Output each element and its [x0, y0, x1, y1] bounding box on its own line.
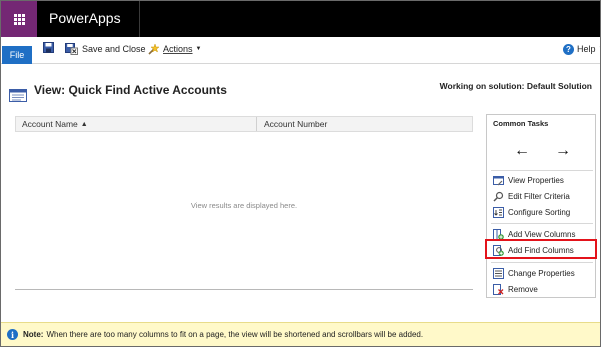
actions-menu-button[interactable]: Actions ▼	[148, 41, 201, 57]
task-label: Change Properties	[508, 269, 575, 278]
help-label: Help	[577, 44, 596, 54]
waffle-icon	[13, 13, 25, 25]
properties-icon	[493, 268, 504, 279]
note-label: Note:	[23, 330, 44, 339]
sort-icon	[493, 207, 504, 218]
column-divider[interactable]	[256, 117, 257, 131]
topbar-divider	[139, 1, 140, 37]
solution-label: Working on solution: Default Solution	[439, 81, 592, 91]
column-header-label: Account Number	[264, 119, 328, 129]
task-label: Remove	[508, 285, 538, 294]
view-properties-icon	[493, 176, 504, 186]
remove-link[interactable]: Remove	[493, 283, 538, 296]
info-icon: i	[7, 329, 18, 340]
app-title[interactable]: PowerApps	[49, 10, 121, 26]
task-label: Add View Columns	[508, 230, 576, 239]
save-icon[interactable]	[43, 42, 54, 53]
tasks-divider	[491, 170, 593, 171]
top-bar: PowerApps	[1, 1, 600, 37]
configure-sorting-link[interactable]: Configure Sorting	[493, 206, 570, 219]
save-and-close-label: Save and Close	[82, 44, 146, 54]
actions-label: Actions	[163, 44, 193, 54]
task-label: Configure Sorting	[508, 208, 571, 217]
view-icon	[9, 89, 27, 102]
column-header-account-number[interactable]: Account Number	[264, 117, 327, 131]
app-launcher-button[interactable]	[1, 1, 37, 37]
page-title: View: Quick Find Active Accounts	[34, 83, 227, 97]
grid-header: Account Name ▲ Account Number	[15, 116, 473, 132]
ribbon-toolbar: File Save and Close Actions ▼ ? Help	[1, 37, 600, 64]
grid-footer-divider	[15, 289, 473, 290]
highlight-box	[485, 239, 597, 259]
tasks-divider	[491, 262, 593, 263]
view-properties-link[interactable]: View Properties	[493, 174, 564, 187]
note-text: When there are too many columns to fit o…	[46, 330, 424, 339]
remove-icon	[493, 284, 504, 295]
save-and-close-button[interactable]: Save and Close	[65, 41, 146, 57]
magnifier-icon	[493, 191, 504, 202]
help-icon: ?	[563, 43, 574, 55]
help-menu-button[interactable]: ? Help ▼	[563, 41, 600, 57]
task-label: View Properties	[508, 176, 564, 185]
change-properties-link[interactable]: Change Properties	[493, 267, 575, 280]
note-bar: i Note: When there are too many columns …	[1, 322, 600, 346]
grid-empty-message: View results are displayed here.	[190, 201, 298, 210]
column-header-account-name[interactable]: Account Name ▲	[22, 117, 88, 131]
tasks-divider	[491, 223, 593, 224]
sort-ascending-icon: ▲	[80, 120, 88, 128]
move-left-arrow-icon[interactable]: ←	[514, 142, 530, 160]
common-tasks-title: Common Tasks	[493, 119, 549, 128]
task-label: Edit Filter Criteria	[508, 192, 570, 201]
column-header-label: Account Name	[22, 119, 78, 129]
move-right-arrow-icon[interactable]: →	[555, 142, 571, 160]
common-tasks-panel: Common Tasks ← → View Properties Edit Fi…	[486, 114, 596, 298]
save-close-icon	[65, 43, 78, 55]
file-tab[interactable]: File	[2, 46, 32, 64]
actions-icon	[148, 43, 160, 55]
chevron-down-icon: ▼	[195, 46, 202, 52]
edit-filter-criteria-link[interactable]: Edit Filter Criteria	[493, 190, 570, 203]
window: PowerApps File Save and Close Actions ▼ …	[0, 0, 601, 347]
